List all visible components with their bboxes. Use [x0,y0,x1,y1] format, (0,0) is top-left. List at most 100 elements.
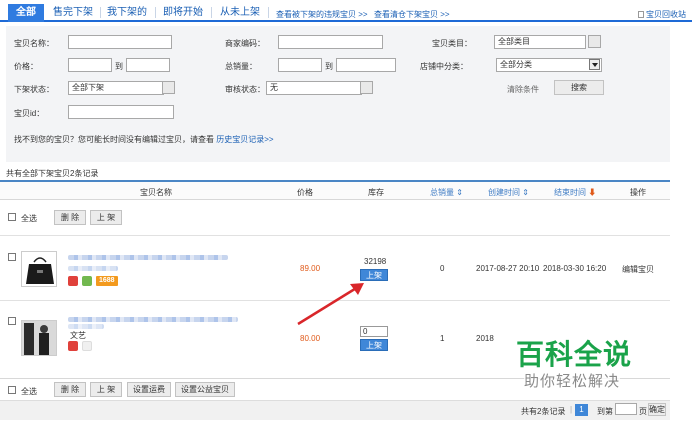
tab-divider [100,7,101,18]
tab-divider [268,7,269,18]
row-sales: 1 [440,334,445,343]
category-picker-button[interactable] [588,35,601,48]
tab-never-listed[interactable]: 从未上架 [216,4,264,22]
tab-divider [155,7,156,18]
tab-sold-out[interactable]: 售完下架 [50,4,96,22]
clearance-items-link[interactable]: 查看清仓下架宝贝 >> [374,9,450,20]
watermark-title: 百科全说 [516,338,633,371]
blurred-subtitle [68,324,104,329]
page-1-button[interactable]: 1 [575,404,588,416]
clothing-photo-icon [22,321,56,355]
trash-icon [638,11,644,18]
audit-status-select[interactable]: 无 [266,81,362,95]
price-max-input[interactable] [126,58,170,72]
red-arrow-icon [297,283,364,326]
row-created: 2017-08-27 20:10 [476,264,540,273]
col-sales-label: 总销量 [430,188,454,197]
mobile-icon [82,276,92,286]
col-end[interactable]: 结束时间 ⬇ [554,187,596,198]
sales-label: 总销量： [225,62,257,71]
price-min-input[interactable] [68,58,112,72]
name-label: 宝贝名称： [14,39,54,48]
delist-status-value: 全部下架 [72,83,104,92]
shop-tag-icon [68,341,78,351]
shop-tag-icon [68,276,78,286]
list-up-button[interactable]: 上 架 [90,210,122,225]
tab-all[interactable]: 全部 [8,4,44,22]
pagination-divider: | [570,405,573,414]
violation-items-link[interactable]: 查看被下架的违规宝贝 >> [276,9,368,20]
tab-my-delisted[interactable]: 我下架的 [104,4,150,22]
col-created[interactable]: 创建时间 ⇕ [488,187,529,198]
edit-item-link[interactable]: 编辑宝贝 [622,264,654,275]
record-count: 共有全部下架宝贝2条记录 [6,169,99,178]
col-price: 价格 [297,188,313,197]
code-label: 商家编码： [225,39,265,48]
status-tabs: 全部 售完下架 我下架的 即将开始 从未上架 查看被下架的违规宝贝 >> 查看清… [0,0,692,22]
watermark-subtitle: 助你轻松解决 [524,370,621,391]
audit-status-value: 无 [270,83,278,92]
hint-text: 找不到您的宝贝？您可能长时间没有编辑过宝贝，请查看 历史宝贝记录>> [14,134,274,145]
badge-1688: 1688 [96,276,118,286]
category-select[interactable]: 全部类目 [494,35,586,49]
select-all-label: 全选 [21,387,37,396]
item-name-input[interactable] [68,35,172,49]
select-all-label: 全选 [21,214,37,223]
category-value: 全部类目 [498,37,530,46]
select-all-checkbox-bottom[interactable] [8,386,16,394]
tab-divider [211,7,212,18]
product-thumbnail[interactable] [21,320,57,356]
search-button[interactable]: 搜索 [554,80,604,95]
row-divider [0,235,670,236]
col-stock: 库存 [368,188,384,197]
total-records: 共有2条记录 [521,407,566,416]
sales-to-label: 到 [325,62,333,71]
hint-message: 找不到您的宝贝？您可能长时间没有编辑过宝贝，请查看 [14,135,214,144]
set-shipping-button[interactable]: 设置运费 [127,382,171,397]
row-sales: 0 [440,264,445,273]
row-created: 2018 [476,334,494,343]
merchant-code-input[interactable] [278,35,383,49]
row-checkbox[interactable] [8,317,16,325]
sales-min-input[interactable] [278,58,322,72]
search-panel: 宝贝名称： 商家编码： 宝贝类目： 全部类目 价格： 到 总销量： 到 店铺中分… [6,26,670,162]
category-label: 宝贝类目： [432,39,472,48]
sales-max-input[interactable] [336,58,396,72]
tab-upcoming[interactable]: 即将开始 [160,4,206,22]
price-to-label: 到 [115,62,123,71]
row-price: 80.00 [300,334,321,343]
history-records-link[interactable]: 历史宝贝记录>> [216,135,273,144]
list-up-button-bottom[interactable]: 上 架 [90,382,122,397]
price-label: 价格： [14,62,38,71]
handbag-icon [26,257,54,284]
recycle-bin-link[interactable]: 宝贝回收站 [638,9,686,20]
blurred-subtitle [68,266,118,271]
delete-button[interactable]: 删 除 [54,210,86,225]
blurred-title [68,255,228,260]
page-number-input[interactable] [615,403,637,415]
audit-status-picker-button[interactable] [360,81,373,94]
audit-label: 审核状态： [225,85,265,94]
pagination-bar: 共有2条记录 | 1 到第 页 确定 [0,400,670,420]
row-end-time: 2018-03-30 16:20 [543,264,607,273]
set-charity-button[interactable]: 设置公益宝贝 [175,382,235,397]
delist-status-picker-button[interactable] [162,81,175,94]
chevron-down-icon[interactable] [589,59,600,70]
col-sales[interactable]: 总销量 ⇕ [430,187,463,198]
product-thumbnail[interactable] [21,251,57,287]
shop-category-select[interactable]: 全部分类 [496,58,602,72]
page-label: 页 [639,407,647,416]
confirm-page-button[interactable]: 确定 [648,403,666,416]
row-list-up-button[interactable]: 上架 [360,339,388,351]
table-header: 宝贝名称 价格 库存 总销量 ⇕ 创建时间 ⇕ 结束时间 ⬇ 操作 [0,180,670,200]
select-all-checkbox[interactable] [8,213,16,221]
shop-tag: 文艺 [70,331,86,340]
goto-label: 到第 [597,407,613,416]
item-id-input[interactable] [68,105,174,119]
delist-status-select[interactable]: 全部下架 [68,81,164,95]
delete-button-bottom[interactable]: 删 除 [54,382,86,397]
row-checkbox[interactable] [8,253,16,261]
status-label: 下架状态： [14,85,54,94]
clear-conditions-link[interactable]: 清除条件 [507,84,539,95]
col-action: 操作 [630,188,646,197]
